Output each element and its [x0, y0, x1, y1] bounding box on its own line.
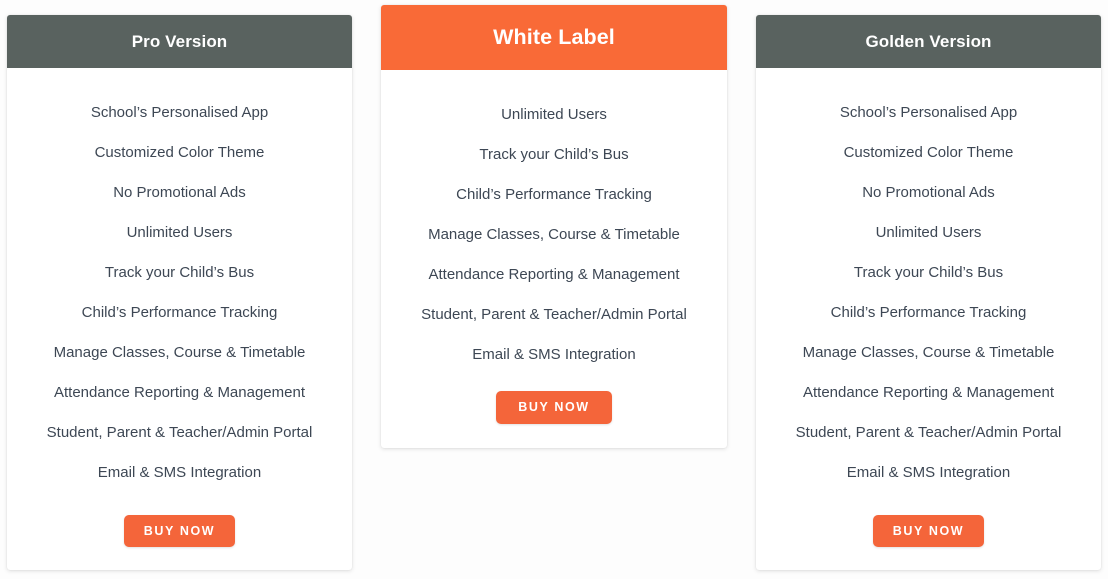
feature-item: Manage Classes, Course & Timetable — [53, 344, 306, 361]
feature-item: Student, Parent & Teacher/Admin Portal — [46, 424, 313, 441]
cta-row-golden: BUY NOW — [756, 515, 1101, 547]
feature-list-pro: School’s Personalised App Customized Col… — [7, 68, 352, 493]
feature-item: Customized Color Theme — [843, 144, 1014, 161]
feature-item: Email & SMS Integration — [97, 464, 262, 481]
feature-item: Student, Parent & Teacher/Admin Portal — [421, 306, 687, 323]
pricing-card-golden-title: Golden Version — [865, 31, 992, 51]
feature-item: Track your Child’s Bus — [853, 264, 1004, 281]
feature-item: Attendance Reporting & Management — [54, 384, 305, 401]
feature-item: Student, Parent & Teacher/Admin Portal — [795, 424, 1062, 441]
buy-now-button-golden[interactable]: BUY NOW — [872, 515, 985, 547]
feature-list-golden: School’s Personalised App Customized Col… — [756, 68, 1101, 493]
feature-item: Unlimited Users — [501, 106, 607, 123]
feature-item: Email & SMS Integration — [472, 346, 636, 363]
feature-item: No Promotional Ads — [862, 184, 995, 201]
feature-list-white-label: Unlimited Users Track your Child’s Bus C… — [381, 70, 727, 375]
pricing-card-white-label-title: White Label — [493, 25, 615, 49]
cta-row-white-label: BUY NOW — [381, 391, 727, 424]
pricing-card-pro: Pro Version School’s Personalised App Cu… — [7, 15, 352, 570]
pricing-card-white-label: White Label Unlimited Users Track your C… — [381, 5, 727, 448]
feature-item: School’s Personalised App — [90, 104, 269, 121]
feature-item: Attendance Reporting & Management — [428, 266, 680, 283]
feature-item: No Promotional Ads — [113, 184, 246, 201]
feature-item: Attendance Reporting & Management — [803, 384, 1054, 401]
pricing-card-golden: Golden Version School’s Personalised App… — [756, 15, 1101, 570]
feature-item: Email & SMS Integration — [846, 464, 1011, 481]
feature-item: Customized Color Theme — [94, 144, 265, 161]
feature-item: Manage Classes, Course & Timetable — [428, 226, 680, 243]
pricing-table: Pro Version School’s Personalised App Cu… — [0, 0, 1108, 579]
feature-item: Unlimited Users — [126, 224, 233, 241]
buy-now-button-white-label[interactable]: BUY NOW — [496, 391, 612, 424]
buy-now-button-pro[interactable]: BUY NOW — [123, 515, 236, 547]
pricing-card-pro-header: Pro Version — [7, 15, 352, 68]
feature-item: Unlimited Users — [875, 224, 982, 241]
feature-item: Child’s Performance Tracking — [81, 304, 278, 321]
pricing-card-white-label-header: White Label — [381, 5, 727, 70]
feature-item: School’s Personalised App — [839, 104, 1018, 121]
feature-item: Child’s Performance Tracking — [830, 304, 1027, 321]
pricing-card-golden-header: Golden Version — [756, 15, 1101, 68]
feature-item: Track your Child’s Bus — [479, 146, 629, 163]
cta-row-pro: BUY NOW — [7, 515, 352, 547]
feature-item: Child’s Performance Tracking — [456, 186, 652, 203]
feature-item: Track your Child’s Bus — [104, 264, 255, 281]
feature-item: Manage Classes, Course & Timetable — [802, 344, 1055, 361]
pricing-card-pro-title: Pro Version — [131, 31, 228, 51]
